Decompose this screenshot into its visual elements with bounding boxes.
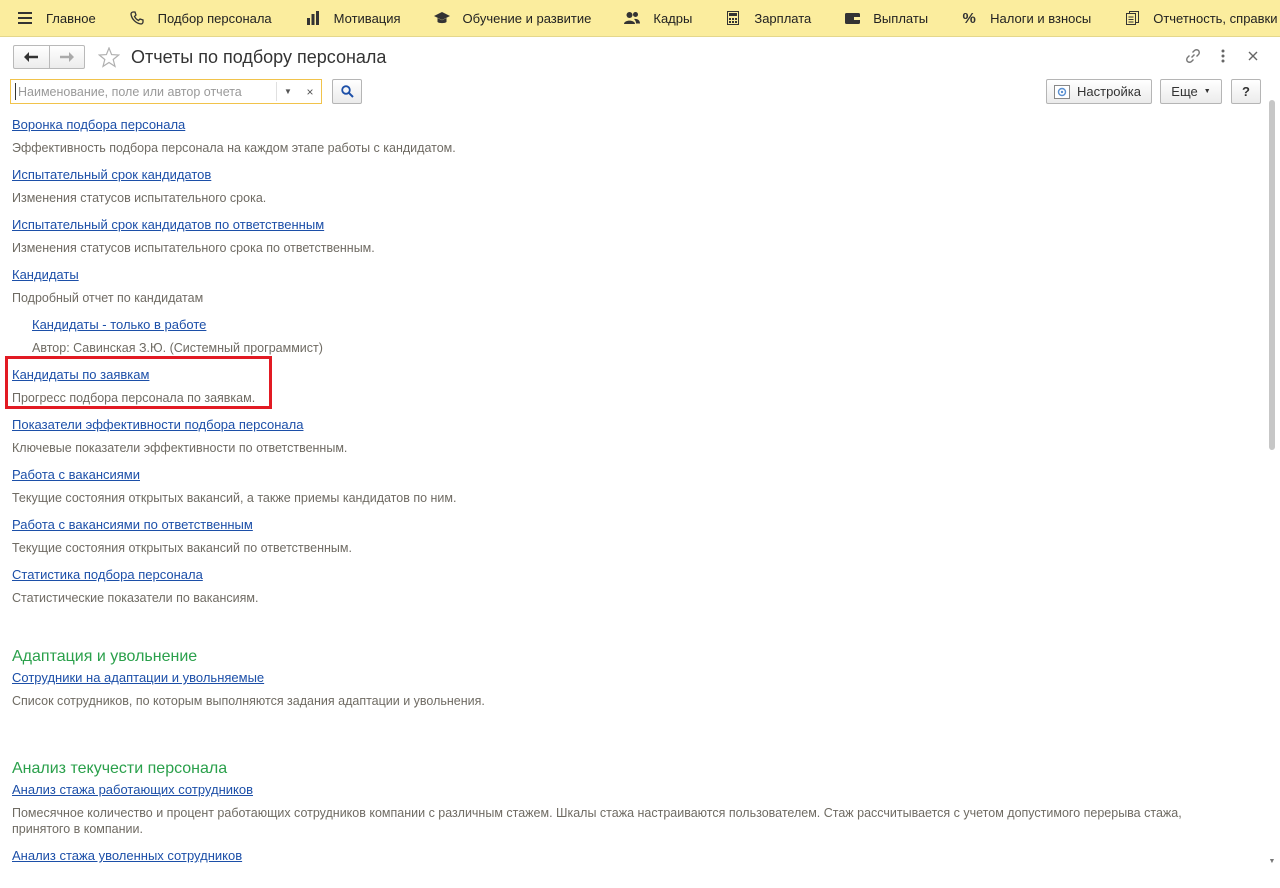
settings-button[interactable]: Настройка [1046, 79, 1152, 104]
report-link[interactable]: Анализ стажа уволенных сотрудников [12, 848, 242, 864]
report-description: Подробный отчет по кандидатам [12, 291, 204, 305]
report-link[interactable]: Сотрудники на адаптации и увольняемые [12, 670, 264, 686]
chevron-down-icon: ▼ [1203, 88, 1211, 95]
search-input[interactable] [15, 83, 276, 100]
section-label: Зарплата [754, 10, 812, 26]
report-description: Эффективность подбора персонала на каждо… [12, 141, 456, 155]
list-item: Сотрудники на адаптации и увольняемые Сп… [12, 670, 1252, 709]
section-heading: Адаптация и увольнение [12, 648, 198, 665]
more-button[interactable]: Еще ▼ [1160, 79, 1222, 104]
search-icon [340, 85, 354, 98]
more-vertical-icon[interactable] [1214, 47, 1232, 65]
report-link[interactable]: Работа с вакансиями по ответственным [12, 517, 253, 533]
list-item: Анализ стажа работающих сотрудников Поме… [12, 782, 1252, 837]
report-variant-link[interactable]: Кандидаты - только в работе [32, 317, 206, 333]
section-motivation[interactable]: Мотивация [288, 0, 417, 36]
section-label: Подбор персонала [157, 10, 272, 26]
list-item: Статистика подбора персонала Статистичес… [12, 567, 1252, 606]
report-link[interactable]: Воронка подбора персонала [12, 117, 185, 133]
search-button[interactable] [332, 79, 362, 104]
list-item: Испытательный срок кандидатов по ответст… [12, 217, 1252, 256]
bars-icon [305, 10, 321, 26]
report-link[interactable]: Статистика подбора персонала [12, 567, 203, 583]
section-label: Главное [46, 10, 96, 26]
report-description: Текущие состояния открытых вакансий по о… [12, 541, 352, 555]
search-field[interactable]: ▼ × [10, 79, 322, 104]
phone-icon [129, 10, 145, 26]
report-link[interactable]: Кандидаты [12, 267, 79, 283]
page-title: Отчеты по подбору персонала [131, 47, 387, 67]
section-label: Выплаты [873, 10, 929, 26]
calculator-icon [725, 10, 741, 26]
highlight-frame [5, 356, 272, 409]
settings-icon [1054, 84, 1070, 99]
report-link[interactable]: Анализ стажа работающих сотрудников [12, 782, 253, 798]
link-icon[interactable] [1184, 47, 1202, 65]
graduation-cap-icon [433, 10, 450, 26]
report-link[interactable]: Испытательный срок кандидатов по ответст… [12, 217, 324, 233]
more-label: Еще [1171, 84, 1198, 99]
forward-button[interactable] [49, 45, 85, 69]
search-clear-icon[interactable]: × [300, 82, 320, 101]
close-icon[interactable] [1244, 47, 1262, 65]
menu-icon [17, 10, 33, 26]
section-taxes[interactable]: % Налоги и взносы [944, 0, 1107, 36]
report-description: Помесячное количество и процент работающ… [12, 806, 1182, 836]
arrow-left-icon [24, 52, 39, 62]
settings-label: Настройка [1077, 84, 1141, 99]
list-item: Работа с вакансиями Текущие состояния от… [12, 467, 1252, 506]
documents-icon [1124, 10, 1140, 26]
list-item: Показатели эффективности подбора персона… [12, 417, 1252, 456]
search-dropdown-icon[interactable]: ▼ [276, 82, 299, 101]
section-reporting[interactable]: Отчетность, справки [1107, 0, 1280, 36]
section-label: Мотивация [333, 10, 401, 26]
section-bar: Главное Подбор персонала Мотивация Обуче… [0, 0, 1280, 37]
report-description: Ключевые показатели эффективности по отв… [12, 441, 348, 455]
history-nav [13, 45, 85, 69]
favorite-star-icon[interactable] [97, 45, 121, 69]
section-recruitment[interactable]: Подбор персонала [112, 0, 288, 36]
help-label: ? [1242, 84, 1250, 99]
report-author: Автор: Савинская З.Ю. (Системный програм… [32, 341, 323, 355]
list-item-user-variant: Кандидаты - только в работе Автор: Савин… [12, 317, 1252, 356]
list-item: Воронка подбора персонала Эффективность … [12, 117, 1252, 156]
section-main[interactable]: Главное [0, 0, 112, 36]
wallet-icon [844, 10, 860, 26]
report-link[interactable]: Испытательный срок кандидатов [12, 167, 211, 183]
section-training[interactable]: Обучение и развитие [417, 0, 608, 36]
report-description: Статистические показатели по вакансиям. [12, 591, 259, 605]
back-button[interactable] [13, 45, 50, 69]
report-description: Изменения статусов испытательного срока … [12, 241, 375, 255]
report-description: Список сотрудников, по которым выполняют… [12, 694, 485, 708]
vertical-scrollbar-thumb[interactable] [1269, 100, 1275, 450]
section-hr[interactable]: Кадры [607, 0, 708, 36]
list-item: Работа с вакансиями по ответственным Тек… [12, 517, 1252, 556]
help-button[interactable]: ? [1231, 79, 1261, 104]
report-description: Текущие состояния открытых вакансий, а т… [12, 491, 457, 505]
report-list: Воронка подбора персонала Эффективность … [12, 117, 1252, 864]
section-label: Обучение и развитие [462, 10, 592, 26]
section-heading: Анализ текучести персонала [12, 760, 228, 777]
list-item: Кандидаты Подробный отчет по кандидатам [12, 267, 1252, 306]
section-payments[interactable]: Выплаты [827, 0, 944, 36]
section-label: Кадры [653, 10, 693, 26]
section-label: Налоги и взносы [990, 10, 1092, 26]
section-label: Отчетность, справки [1153, 10, 1278, 26]
report-link[interactable]: Работа с вакансиями [12, 467, 140, 483]
section-salary[interactable]: Зарплата [708, 0, 827, 36]
arrow-right-icon [59, 52, 74, 62]
report-description: Изменения статусов испытательного срока. [12, 191, 267, 205]
report-link[interactable]: Показатели эффективности подбора персона… [12, 417, 303, 433]
percent-icon: % [962, 9, 976, 27]
list-item: Испытательный срок кандидатов Изменения … [12, 167, 1252, 206]
list-item: Анализ стажа уволенных сотрудников [12, 848, 1252, 864]
people-icon [624, 10, 641, 26]
scroll-down-icon[interactable]: ▼ [1268, 858, 1276, 866]
